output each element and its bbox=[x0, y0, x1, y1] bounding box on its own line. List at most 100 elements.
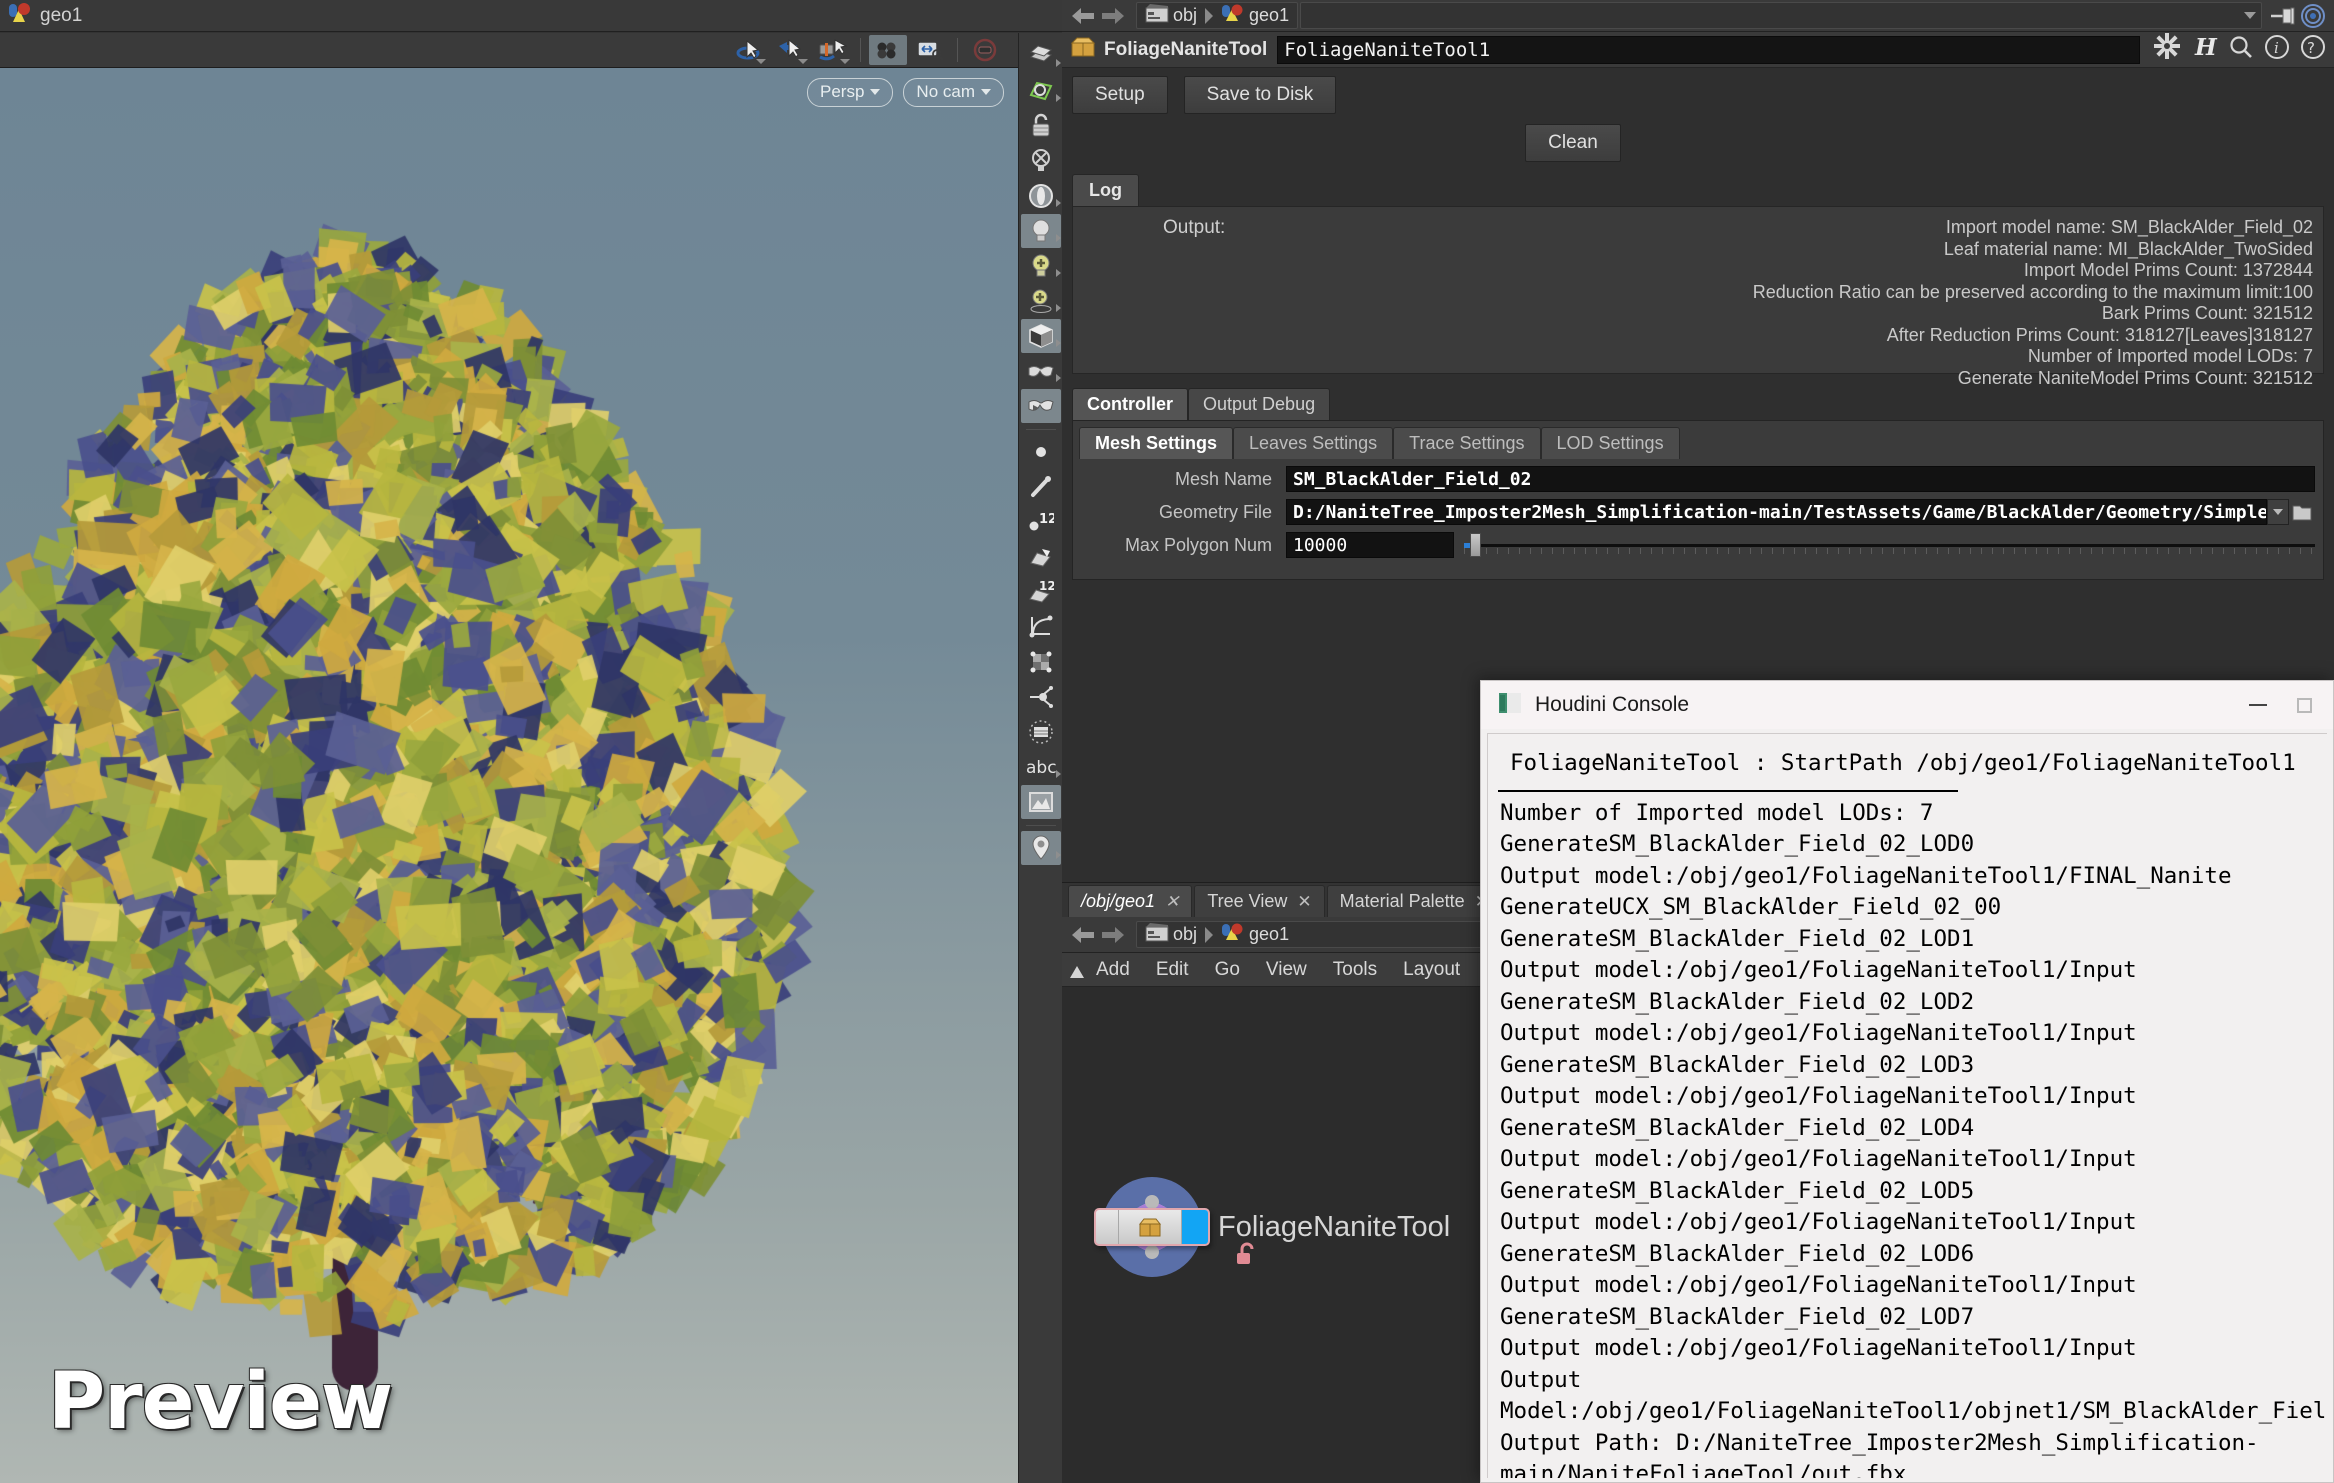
group-list-icon[interactable] bbox=[1021, 715, 1061, 749]
houdini-console-window[interactable]: Houdini Console FoliageNaniteTool : Star… bbox=[1480, 680, 2334, 1483]
headlight-icon[interactable] bbox=[1021, 179, 1061, 213]
console-line: Output model:/obj/geo1/FoliageNaniteTool… bbox=[1494, 861, 2327, 893]
tab-log[interactable]: Log bbox=[1072, 174, 1139, 206]
tab-mesh-settings[interactable]: Mesh Settings bbox=[1079, 427, 1233, 459]
info-icon[interactable]: i bbox=[2264, 34, 2290, 65]
console-titlebar[interactable]: Houdini Console bbox=[1481, 681, 2333, 729]
network-node-foliagenanitetool[interactable]: FoliageNaniteTool bbox=[1102, 1177, 1450, 1277]
vector-display-icon[interactable] bbox=[1021, 610, 1061, 644]
select-handle-icon[interactable] bbox=[772, 35, 810, 65]
network-breadcrumb-item-obj[interactable]: obj bbox=[1173, 924, 1197, 945]
network-tab-label: Tree View bbox=[1207, 891, 1287, 912]
console-line: GenerateSM_BlackAlder_Field_02_LOD2 bbox=[1494, 987, 2327, 1019]
slider-handle[interactable] bbox=[1470, 533, 1481, 557]
rotate-handle-icon[interactable] bbox=[730, 35, 768, 65]
save-to-disk-button[interactable]: Save to Disk bbox=[1184, 76, 1337, 114]
close-icon[interactable]: ✕ bbox=[1165, 892, 1179, 912]
camera-dropdown[interactable]: No cam bbox=[903, 78, 1004, 107]
close-icon[interactable]: ✕ bbox=[1297, 892, 1311, 912]
console-output[interactable]: FoliageNaniteTool : StartPath /obj/geo1/… bbox=[1487, 733, 2327, 1478]
normals-display-icon[interactable] bbox=[1021, 680, 1061, 714]
scene-light-icon[interactable] bbox=[1021, 214, 1061, 248]
max-polygon-slider[interactable] bbox=[1464, 532, 2315, 558]
point-display-icon[interactable] bbox=[1021, 435, 1061, 469]
gear-icon[interactable] bbox=[2152, 33, 2182, 66]
network-scroll-up-icon[interactable] bbox=[1066, 961, 1088, 983]
network-menu-layout[interactable]: Layout bbox=[1403, 959, 1460, 981]
log-line: Bark Prims Count: 321512 bbox=[1273, 303, 2313, 325]
max-polygon-input[interactable]: 10000 bbox=[1286, 532, 1454, 558]
node-input-connector[interactable] bbox=[1145, 1195, 1159, 1209]
back-arrow-icon[interactable] bbox=[1068, 3, 1098, 29]
file-chooser-icon[interactable] bbox=[2289, 499, 2315, 525]
help-icon[interactable]: ? bbox=[2300, 34, 2326, 65]
ghost-glasses-icon[interactable] bbox=[1021, 389, 1061, 423]
pin-pane-icon[interactable] bbox=[2268, 3, 2298, 29]
setup-button[interactable]: Setup bbox=[1072, 76, 1168, 114]
disable-overlay-icon[interactable] bbox=[966, 35, 1004, 65]
3d-viewport[interactable]: Persp No cam Preview bbox=[0, 68, 1018, 1483]
console-title-text: Houdini Console bbox=[1535, 693, 1689, 717]
shaded-cube-icon[interactable] bbox=[1021, 319, 1061, 353]
primitive-numbers-icon[interactable]: 12 bbox=[1021, 575, 1061, 609]
network-tab[interactable]: Tree View ✕ bbox=[1194, 885, 1324, 917]
forward-arrow-icon[interactable] bbox=[1098, 922, 1128, 948]
text-display-icon[interactable]: abc bbox=[1021, 750, 1061, 784]
back-arrow-icon[interactable] bbox=[1068, 922, 1098, 948]
tab-leaves-settings[interactable]: Leaves Settings bbox=[1233, 427, 1393, 459]
network-tab[interactable]: Material Palette✕ bbox=[1327, 885, 1502, 917]
search-icon[interactable] bbox=[2228, 34, 2254, 65]
node-body[interactable] bbox=[1094, 1208, 1210, 1246]
toolbar-divider bbox=[1026, 429, 1056, 430]
point-normals-icon[interactable] bbox=[1021, 470, 1061, 504]
clean-button[interactable]: Clean bbox=[1525, 124, 1621, 162]
network-menu-edit[interactable]: Edit bbox=[1156, 959, 1189, 981]
network-breadcrumb-item-geo1[interactable]: geo1 bbox=[1249, 924, 1289, 945]
view-type-dropdown[interactable]: Persp bbox=[807, 78, 893, 107]
network-tab[interactable]: /obj/geo1 ✕ bbox=[1068, 885, 1192, 917]
mesh-name-label: Mesh Name bbox=[1081, 469, 1286, 490]
image-display-icon[interactable] bbox=[1021, 785, 1061, 819]
tab-output-debug[interactable]: Output Debug bbox=[1188, 388, 1330, 420]
breadcrumb-dropdown[interactable] bbox=[1300, 2, 2262, 29]
viewport-layout-icon[interactable] bbox=[869, 35, 907, 65]
lock-camera-icon[interactable] bbox=[1021, 109, 1061, 143]
display-model-icon[interactable] bbox=[1021, 74, 1061, 108]
point-marker-icon[interactable]: 12 bbox=[1021, 505, 1061, 539]
no-lights-icon[interactable] bbox=[1021, 144, 1061, 178]
node-output-connector[interactable] bbox=[1145, 1245, 1159, 1259]
primitive-marker-icon[interactable] bbox=[1021, 540, 1061, 574]
network-menu-tools[interactable]: Tools bbox=[1333, 959, 1377, 981]
pane-link-icon[interactable] bbox=[2298, 3, 2328, 29]
console-line: GenerateSM_BlackAlder_Field_02_LOD7 bbox=[1494, 1302, 2327, 1334]
node-display-flag[interactable] bbox=[1182, 1210, 1208, 1244]
houdini-h-icon[interactable]: H bbox=[2192, 34, 2218, 65]
add-light-icon[interactable] bbox=[1021, 249, 1061, 283]
breadcrumb[interactable]: obj geo1 bbox=[1136, 2, 1298, 29]
network-menu-add[interactable]: Add bbox=[1096, 959, 1130, 981]
tab-controller[interactable]: Controller bbox=[1072, 388, 1188, 420]
tab-lod-settings[interactable]: LOD Settings bbox=[1541, 427, 1680, 459]
mesh-name-input[interactable]: SM_BlackAlder_Field_02 bbox=[1286, 466, 2315, 492]
viewport-pane-header: geo1 bbox=[0, 0, 1062, 32]
node-name-input[interactable]: FoliageNaniteTool1 bbox=[1277, 36, 2140, 64]
geometry-file-input[interactable]: D:/NaniteTree_Imposter2Mesh_Simplificati… bbox=[1286, 499, 2267, 525]
tab-trace-settings[interactable]: Trace Settings bbox=[1393, 427, 1540, 459]
unlocked-padlock-icon[interactable] bbox=[1234, 1241, 1258, 1272]
light-from-view-icon[interactable] bbox=[1021, 284, 1061, 318]
zoom-fit-icon[interactable] bbox=[911, 35, 949, 65]
ghost-geometry-icon[interactable] bbox=[1021, 39, 1061, 73]
xray-glasses-icon[interactable] bbox=[1021, 354, 1061, 388]
geo-node-icon bbox=[1221, 922, 1245, 947]
camera-handle-icon[interactable] bbox=[814, 35, 852, 65]
forward-arrow-icon[interactable] bbox=[1098, 3, 1128, 29]
geometry-file-menu-button[interactable] bbox=[2267, 499, 2289, 525]
network-menu-go[interactable]: Go bbox=[1215, 959, 1240, 981]
network-menu-view[interactable]: View bbox=[1266, 959, 1307, 981]
minimize-icon[interactable] bbox=[2235, 682, 2281, 728]
breadcrumb-item-obj[interactable]: obj bbox=[1173, 5, 1197, 26]
texture-display-icon[interactable] bbox=[1021, 645, 1061, 679]
maximize-icon[interactable] bbox=[2281, 682, 2327, 728]
pin-marker-icon[interactable] bbox=[1021, 831, 1061, 865]
breadcrumb-item-geo1[interactable]: geo1 bbox=[1249, 5, 1289, 26]
